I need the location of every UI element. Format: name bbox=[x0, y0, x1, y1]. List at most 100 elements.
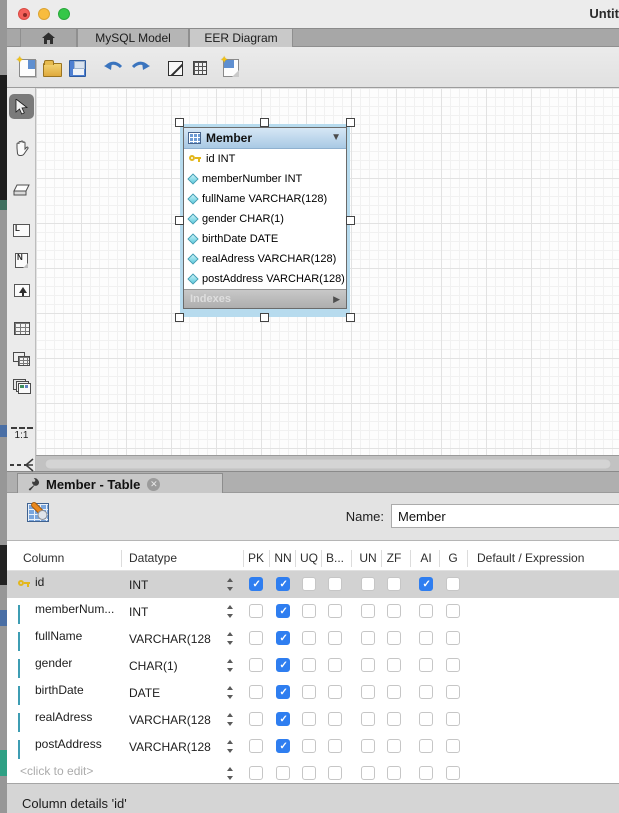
selection-handle-top-left[interactable] bbox=[175, 118, 184, 127]
minimize-window-button[interactable] bbox=[38, 8, 50, 20]
diagram-column-row[interactable]: id INT bbox=[184, 149, 346, 169]
tool-new-view[interactable] bbox=[9, 346, 34, 371]
datatype-stepper[interactable] bbox=[226, 713, 235, 726]
ai-checkbox[interactable] bbox=[419, 631, 433, 645]
zf-checkbox[interactable] bbox=[387, 604, 401, 618]
pk-checkbox[interactable] bbox=[249, 712, 263, 726]
g-checkbox[interactable] bbox=[446, 712, 460, 726]
g-checkbox[interactable] bbox=[446, 658, 460, 672]
zf-checkbox[interactable] bbox=[387, 739, 401, 753]
tool-eraser[interactable] bbox=[9, 178, 34, 203]
selection-handle-bottom-right[interactable] bbox=[346, 313, 355, 322]
un-checkbox[interactable] bbox=[361, 631, 375, 645]
column-editor-row[interactable]: memberNum... INT bbox=[7, 598, 619, 625]
column-editor-row[interactable]: realAdress VARCHAR(128 bbox=[7, 706, 619, 733]
pk-checkbox[interactable] bbox=[249, 631, 263, 645]
ai-checkbox[interactable] bbox=[419, 685, 433, 699]
nn-checkbox[interactable] bbox=[276, 685, 290, 699]
column-datatype-cell[interactable]: VARCHAR(128 bbox=[129, 632, 211, 646]
pk-checkbox[interactable] bbox=[249, 577, 263, 591]
column-editor-row[interactable]: postAddress VARCHAR(128 bbox=[7, 733, 619, 760]
column-editor-row[interactable]: fullName VARCHAR(128 bbox=[7, 625, 619, 652]
diagram-indexes-section[interactable]: Indexes ▶ bbox=[184, 289, 346, 308]
nn-checkbox[interactable] bbox=[276, 631, 290, 645]
pk-checkbox[interactable] bbox=[249, 604, 263, 618]
uq-checkbox[interactable] bbox=[302, 739, 316, 753]
g-checkbox[interactable] bbox=[446, 739, 460, 753]
new-column-placeholder[interactable]: <click to edit> bbox=[20, 764, 93, 778]
tool-rel-1-1[interactable]: 1:1 bbox=[9, 421, 34, 446]
diagram-table-member[interactable]: Member ▼ id INT memberNumber INT fullNam… bbox=[180, 124, 350, 317]
uq-checkbox[interactable] bbox=[302, 685, 316, 699]
nn-checkbox[interactable] bbox=[276, 766, 290, 780]
selection-handle-mid-right[interactable] bbox=[346, 216, 355, 225]
column-name-cell[interactable]: memberNum... bbox=[35, 602, 114, 616]
zf-checkbox[interactable] bbox=[387, 685, 401, 699]
tab-member-table-editor[interactable]: Member - Table ✕ bbox=[17, 473, 223, 494]
diagram-table[interactable]: Member ▼ id INT memberNumber INT fullNam… bbox=[183, 127, 347, 309]
selection-handle-top-center[interactable] bbox=[260, 118, 269, 127]
column-datatype-cell[interactable]: INT bbox=[129, 578, 148, 592]
g-checkbox[interactable] bbox=[446, 631, 460, 645]
tool-new-layer[interactable]: L bbox=[9, 218, 34, 243]
selection-handle-top-right[interactable] bbox=[346, 118, 355, 127]
datatype-stepper[interactable] bbox=[226, 578, 235, 591]
un-checkbox[interactable] bbox=[361, 739, 375, 753]
pk-checkbox[interactable] bbox=[249, 685, 263, 699]
un-checkbox[interactable] bbox=[361, 712, 375, 726]
uq-checkbox[interactable] bbox=[302, 631, 316, 645]
diagram-column-row[interactable]: birthDate DATE bbox=[184, 229, 346, 249]
collapse-triangle-icon[interactable]: ▼ bbox=[331, 132, 341, 143]
uq-checkbox[interactable] bbox=[302, 577, 316, 591]
binary-checkbox[interactable] bbox=[328, 658, 342, 672]
nn-checkbox[interactable] bbox=[276, 658, 290, 672]
tool-new-image[interactable] bbox=[9, 278, 34, 303]
nn-checkbox[interactable] bbox=[276, 712, 290, 726]
binary-checkbox[interactable] bbox=[328, 631, 342, 645]
diagram-column-row[interactable]: memberNumber INT bbox=[184, 169, 346, 189]
toggle-grid-button[interactable] bbox=[163, 56, 187, 80]
nn-checkbox[interactable] bbox=[276, 739, 290, 753]
g-checkbox[interactable] bbox=[446, 577, 460, 591]
tab-eer-diagram[interactable]: EER Diagram bbox=[189, 29, 293, 47]
ai-checkbox[interactable] bbox=[419, 658, 433, 672]
selection-handle-mid-left[interactable] bbox=[175, 216, 184, 225]
binary-checkbox[interactable] bbox=[328, 712, 342, 726]
uq-checkbox[interactable] bbox=[302, 712, 316, 726]
undo-button[interactable] bbox=[102, 56, 126, 80]
un-checkbox[interactable] bbox=[361, 658, 375, 672]
datatype-stepper[interactable] bbox=[226, 605, 235, 618]
column-name-cell[interactable]: postAddress bbox=[35, 737, 102, 751]
diagram-column-row[interactable]: gender CHAR(1) bbox=[184, 209, 346, 229]
tab-home[interactable] bbox=[20, 29, 77, 47]
nn-checkbox[interactable] bbox=[276, 604, 290, 618]
column-name-cell[interactable]: fullName bbox=[35, 629, 82, 643]
binary-checkbox[interactable] bbox=[328, 739, 342, 753]
column-name-cell[interactable]: realAdress bbox=[35, 710, 92, 724]
eer-canvas[interactable]: Member ▼ id INT memberNumber INT fullNam… bbox=[36, 88, 619, 455]
selection-handle-bottom-center[interactable] bbox=[260, 313, 269, 322]
diagram-column-row[interactable]: realAdress VARCHAR(128) bbox=[184, 249, 346, 269]
table-name-input[interactable] bbox=[391, 504, 619, 528]
ai-checkbox[interactable] bbox=[419, 577, 433, 591]
pk-checkbox[interactable] bbox=[249, 658, 263, 672]
column-editor-row[interactable]: gender CHAR(1) bbox=[7, 652, 619, 679]
column-name-cell[interactable]: gender bbox=[35, 656, 72, 670]
un-checkbox[interactable] bbox=[361, 604, 375, 618]
tool-hand-pan[interactable] bbox=[9, 136, 34, 161]
close-editor-icon[interactable]: ✕ bbox=[147, 478, 160, 491]
column-name-cell[interactable]: id bbox=[35, 575, 44, 589]
ai-checkbox[interactable] bbox=[419, 739, 433, 753]
column-editor-row[interactable]: birthDate DATE bbox=[7, 679, 619, 706]
open-model-button[interactable] bbox=[40, 56, 64, 80]
column-datatype-cell[interactable]: INT bbox=[129, 605, 148, 619]
column-datatype-cell[interactable]: DATE bbox=[129, 686, 160, 700]
binary-checkbox[interactable] bbox=[328, 604, 342, 618]
close-window-button[interactable] bbox=[18, 8, 30, 20]
diagram-column-row[interactable]: fullName VARCHAR(128) bbox=[184, 189, 346, 209]
g-checkbox[interactable] bbox=[446, 685, 460, 699]
datatype-stepper[interactable] bbox=[226, 767, 235, 780]
expand-arrow-icon[interactable]: ▶ bbox=[333, 294, 340, 305]
align-grid-button[interactable] bbox=[188, 56, 212, 80]
un-checkbox[interactable] bbox=[361, 766, 375, 780]
